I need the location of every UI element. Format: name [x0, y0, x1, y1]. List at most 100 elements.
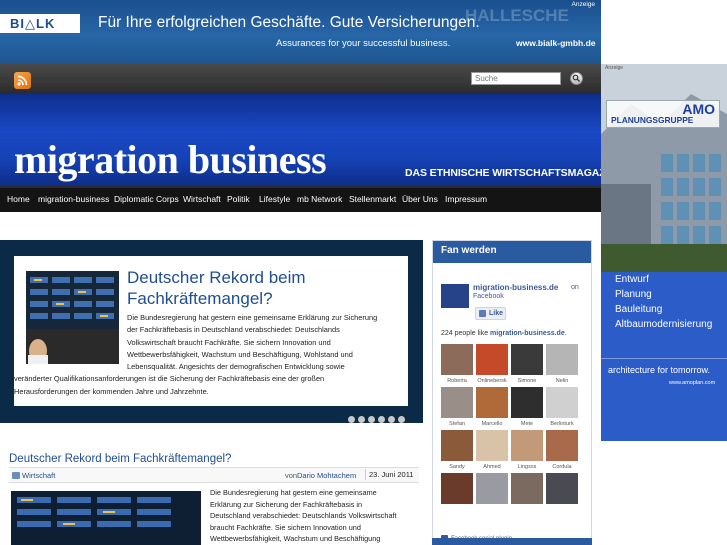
slider-dot-6[interactable]: [398, 416, 405, 423]
nav-item-migration-business[interactable]: migration-business: [38, 194, 109, 204]
featured-text: Die Bundesregierung hat gestern eine gem…: [14, 312, 405, 398]
nav-item-wirtschaft[interactable]: Wirtschaft: [183, 194, 221, 204]
side-ad-banner[interactable]: Anzeige AMO PLANUNGSGRUPPE Entwurf Planu…: [601, 64, 727, 441]
featured-image[interactable]: [26, 271, 119, 364]
fan-face[interactable]: Berlinturk: [546, 387, 578, 429]
slider-dot-5[interactable]: [388, 416, 395, 423]
fan-face[interactable]: Lingsss: [511, 430, 543, 472]
featured-title[interactable]: Deutscher Rekord beim Fachkräftemangel?: [127, 267, 397, 309]
fan-name[interactable]: Lingsss: [511, 464, 543, 470]
slider-dot-1[interactable]: [348, 416, 355, 423]
fan-avatar[interactable]: [476, 473, 508, 504]
site-title[interactable]: migration business: [14, 136, 327, 183]
page-avatar[interactable]: [441, 284, 469, 308]
like-button-label: Like: [489, 310, 504, 317]
fan-name[interactable]: Onlinebersk: [476, 378, 508, 384]
fan-avatar[interactable]: [546, 430, 578, 461]
like-button[interactable]: Like: [475, 307, 506, 320]
fan-face[interactable]: Onlinebersk: [476, 344, 508, 386]
search-button[interactable]: [570, 72, 583, 85]
fan-face[interactable]: Marcello: [476, 387, 508, 429]
post-category[interactable]: Wirtschaft: [22, 471, 55, 480]
post-title[interactable]: Deutscher Rekord beim Fachkräftemangel?: [9, 453, 231, 465]
site-tagline: DAS ETHNISCHE WIRTSCHAFTSMAGAZIN: [405, 167, 616, 179]
search-input[interactable]: [471, 72, 561, 85]
nav-item-ueber-uns[interactable]: Über Uns: [402, 194, 438, 204]
post-text-line: Erklärung zur Sicherung der Fachkräfteba…: [210, 499, 363, 509]
fan-avatar[interactable]: [511, 344, 543, 375]
fan-avatar[interactable]: [546, 473, 578, 504]
fan-name[interactable]: Stefan: [441, 421, 473, 427]
fan-name[interactable]: Marcello: [476, 421, 508, 427]
fan-face[interactable]: Stefan: [441, 387, 473, 429]
fan-count-page[interactable]: migration-business.de: [490, 330, 565, 337]
featured-text-line: Lebensqualität. Angesichts der demografi…: [127, 362, 345, 372]
fan-name[interactable]: Simone: [511, 378, 543, 384]
side-ad-divider: [601, 358, 727, 359]
slider-dot-3[interactable]: [368, 416, 375, 423]
post-excerpt: Die Bundesregierung hat gestern eine gem…: [210, 487, 418, 545]
nav-item-politik[interactable]: Politik: [227, 194, 250, 204]
nav-item-impressum[interactable]: Impressum: [445, 194, 487, 204]
fb-on-label: on: [571, 284, 579, 291]
fan-avatar[interactable]: [441, 387, 473, 418]
nav-item-mb-network[interactable]: mb Network: [297, 194, 342, 204]
slider-dot-2[interactable]: [358, 416, 365, 423]
fan-face[interactable]: Ahmed: [476, 430, 508, 472]
fan-name[interactable]: Berlinturk: [546, 421, 578, 427]
post-author[interactable]: Dario Mohtachem: [297, 471, 356, 480]
post-author-prefix: von: [285, 471, 298, 480]
nav-item-lifestyle[interactable]: Lifestyle: [259, 194, 290, 204]
fan-face[interactable]: Nelin: [546, 344, 578, 386]
top-ad-banner[interactable]: HALLESCHE BI△LK Für Ihre erfolgreichen G…: [0, 0, 601, 64]
nav-item-stellenmarkt[interactable]: Stellenmarkt: [349, 194, 396, 204]
fan-name[interactable]: Roberta: [441, 378, 473, 384]
fb-site-link[interactable]: Facebook: [473, 293, 504, 300]
side-ad-slogan: architecture for tomorrow.: [608, 365, 711, 375]
nav-item-home[interactable]: Home: [7, 194, 30, 204]
main-nav: Home migration-business Diplomatic Corps…: [0, 186, 601, 212]
featured-text-line: Volkswirtschaft braucht Fachkräfte. Sie …: [127, 337, 331, 347]
featured-text-line: Die Bundesregierung hat gestern eine gem…: [127, 313, 378, 322]
nav-item-diplomatic-corps[interactable]: Diplomatic Corps: [114, 194, 179, 204]
post-text-line: Deutschland verabschiedet: Deutschlands …: [210, 511, 397, 520]
toolbar: [0, 64, 601, 94]
featured-text-line: Wettbewerbsfähigkeit, Wachstum und Besch…: [127, 349, 353, 359]
fan-face[interactable]: [476, 473, 508, 515]
fb-page-name[interactable]: migration-business.de: [473, 283, 558, 292]
fan-avatar[interactable]: [546, 387, 578, 418]
fan-avatar[interactable]: [476, 430, 508, 461]
fan-avatar[interactable]: [546, 344, 578, 375]
side-ad-label: Anzeige: [605, 65, 624, 71]
service-item: Entwurf: [615, 274, 649, 285]
fan-avatar[interactable]: [441, 473, 473, 504]
fan-avatar[interactable]: [511, 430, 543, 461]
fan-name[interactable]: Mete: [511, 421, 543, 427]
post-image[interactable]: [11, 491, 201, 545]
fan-name[interactable]: Ahmed: [476, 464, 508, 470]
fan-name[interactable]: Cordula: [546, 464, 578, 470]
search-icon: [572, 74, 581, 83]
fan-avatar[interactable]: [511, 473, 543, 504]
slider-dot-4[interactable]: [378, 416, 385, 423]
fan-name[interactable]: Nelin: [546, 378, 578, 384]
fan-avatar[interactable]: [441, 430, 473, 461]
rss-icon[interactable]: [14, 72, 31, 89]
featured-card[interactable]: Deutscher Rekord beim Fachkräftemangel? …: [14, 256, 408, 406]
fan-count-prefix: 224 people like: [441, 330, 489, 337]
post-meta: Wirtschaft von Dario Mohtachem 23. Juni …: [9, 467, 419, 483]
fan-avatar[interactable]: [441, 344, 473, 375]
fan-face[interactable]: [546, 473, 578, 515]
fan-avatar[interactable]: [476, 387, 508, 418]
fan-avatar[interactable]: [511, 387, 543, 418]
fan-face[interactable]: Sandy: [441, 430, 473, 472]
fan-name[interactable]: Sandy: [441, 464, 473, 470]
fan-face[interactable]: [441, 473, 473, 515]
fan-avatar[interactable]: [476, 344, 508, 375]
fan-face[interactable]: Simone: [511, 344, 543, 386]
fan-face[interactable]: Mete: [511, 387, 543, 429]
fan-face[interactable]: [511, 473, 543, 515]
fan-face[interactable]: Roberta: [441, 344, 473, 386]
service-item: Planung: [615, 289, 652, 300]
fan-face[interactable]: Cordula: [546, 430, 578, 472]
